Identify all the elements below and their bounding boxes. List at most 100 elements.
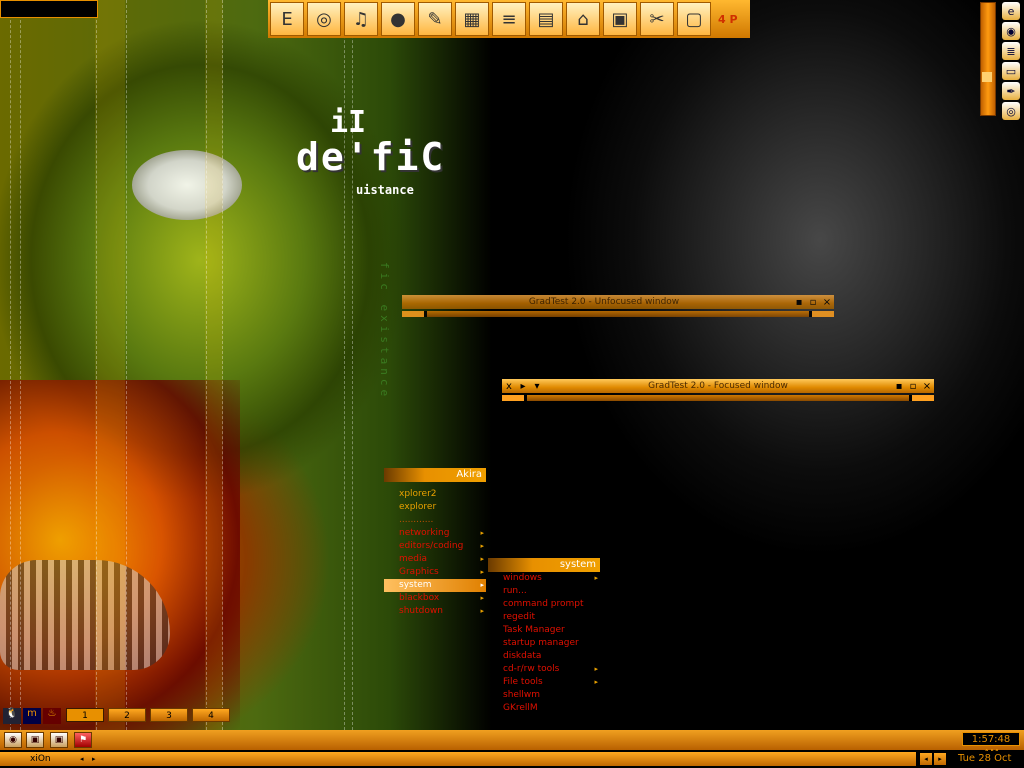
ie-globe-icon[interactable]: e (1002, 2, 1020, 20)
menu-item-command-prompt[interactable]: command prompt (488, 598, 600, 611)
focused-window[interactable]: x ▸ ▾ GradTest 2.0 - Focused window ▪ ▫ … (502, 379, 934, 401)
top-left-input-field[interactable] (0, 0, 98, 18)
launcher-button[interactable]: ✂ (640, 2, 674, 36)
submenu-arrow-icon: ▸ (480, 555, 484, 563)
list-app-glyph: ≣ (1006, 44, 1016, 58)
menu-item-cd-rw-tools[interactable]: cd-r/rw tools ▸ (488, 663, 600, 676)
menu-item-label: xplorer2 (399, 489, 437, 499)
list-app-icon[interactable]: ≣ (1002, 42, 1020, 60)
menu-item-label: command prompt (503, 599, 584, 609)
menu-item-gkrellm[interactable]: GKrellM (488, 702, 600, 715)
launcher-button[interactable]: E (270, 2, 304, 36)
wallpaper-logo-title: de'fiC (296, 135, 446, 179)
gkrellm-icon[interactable]: ◉ (4, 732, 22, 748)
wallpaper-vertical-text: fic existance (378, 262, 391, 401)
launcher-button[interactable]: ≡ (492, 2, 526, 36)
pen-tray-icon[interactable]: ✒ (1002, 82, 1020, 100)
close-button[interactable]: × (820, 297, 834, 308)
shade-button[interactable]: ▸ (516, 381, 530, 392)
launcher-button[interactable]: ⌂ (566, 2, 600, 36)
menu-item-blackbox[interactable]: blackbox ▸ (384, 592, 486, 605)
maximize-button[interactable]: ▫ (906, 381, 920, 392)
menu-item-label: Task Manager (503, 625, 565, 635)
launcher-button[interactable]: ● (381, 2, 415, 36)
minimize-button[interactable]: ▪ (792, 297, 806, 308)
ie-globe-glyph: e (1007, 4, 1015, 18)
workspace-1[interactable]: 1 (66, 708, 104, 722)
menu-item-label: explorer (399, 502, 437, 512)
system-tray: e ◉ ≣ ▭ ✒ ◎ (1002, 2, 1022, 122)
launcher-button[interactable]: ▦ (455, 2, 489, 36)
firefox-icon[interactable]: ◉ (1002, 22, 1020, 40)
minimize-button[interactable]: ▪ (892, 381, 906, 392)
submenu-arrow-icon: ▸ (594, 665, 598, 673)
launcher-button[interactable]: ♫ (344, 2, 378, 36)
submenu-arrow-icon: ▸ (480, 594, 484, 602)
wallpaper-strip (205, 0, 223, 730)
window-handle[interactable] (502, 395, 934, 401)
launcher-button[interactable]: ✎ (418, 2, 452, 36)
resize-grip-right[interactable] (812, 311, 834, 317)
menu-item-file-tools[interactable]: File tools ▸ (488, 676, 600, 689)
mirc-icon[interactable]: m (23, 708, 41, 724)
window-label-strip[interactable] (102, 752, 916, 766)
menu-item-editors-coding[interactable]: editors/coding ▸ (384, 540, 486, 553)
resize-grip-left[interactable] (502, 395, 524, 401)
menu-item-graphics[interactable]: Graphics ▸ (384, 566, 486, 579)
prev-window-icon[interactable]: ◂ (920, 753, 932, 765)
dvd-burner-icon: ● (390, 8, 406, 30)
menu-item-regedit[interactable]: regedit (488, 611, 600, 624)
flag-icon[interactable]: ⚑ (74, 732, 92, 748)
window-icon[interactable]: ▣ (50, 732, 68, 748)
launcher-button[interactable]: ◎ (307, 2, 341, 36)
resize-grip-left[interactable] (402, 311, 424, 317)
prev-workspace-icon[interactable]: ◂ (80, 752, 84, 766)
window-titlebar[interactable]: x ▸ ▾ GradTest 2.0 - Focused window ▪ ▫ … (502, 379, 934, 393)
next-window-icon[interactable]: ▸ (934, 753, 946, 765)
workspace-4[interactable]: 4 (192, 708, 230, 722)
fire-icon[interactable]: ♨ (43, 708, 61, 724)
close-button[interactable]: × (920, 381, 934, 392)
volume-slider-track[interactable] (980, 2, 996, 116)
launcher-button[interactable]: ▢ (677, 2, 711, 36)
menu-item-shellwm[interactable]: shellwm (488, 689, 600, 702)
menu-item-networking[interactable]: networking ▸ (384, 527, 486, 540)
unfocused-window[interactable]: GradTest 2.0 - Unfocused window ▪ ▫ × (402, 295, 834, 317)
menu-item-system[interactable]: system ▸ (384, 579, 486, 592)
tux-icon[interactable]: 🐧 (3, 708, 21, 724)
window-handle[interactable] (402, 311, 834, 317)
menu-item-label: editors/coding (399, 541, 464, 551)
volume-slider-knob[interactable] (982, 72, 992, 82)
window-titlebar[interactable]: GradTest 2.0 - Unfocused window ▪ ▫ × (402, 295, 834, 309)
notepad-icon: ≡ (501, 8, 517, 30)
window-menu-button[interactable]: x (502, 381, 516, 392)
maximize-button[interactable]: ▫ (806, 297, 820, 308)
workspace-3[interactable]: 3 (150, 708, 188, 722)
menu-item-explorer[interactable]: explorer (384, 501, 486, 514)
ftp-folder-icon: ▤ (537, 8, 555, 30)
menu-item-xplorer2[interactable]: xplorer2 (384, 488, 486, 501)
resize-grip-right[interactable] (912, 395, 934, 401)
workspace-name-field[interactable]: xiOn ◂ ▸ (0, 752, 102, 766)
menu-item-startup-manager[interactable]: startup manager (488, 637, 600, 650)
window-icon[interactable]: ▣ (26, 732, 44, 748)
handle-gap (524, 395, 527, 401)
monitor-tray-icon[interactable]: ▭ (1002, 62, 1020, 80)
next-workspace-icon[interactable]: ▸ (92, 752, 96, 766)
menu-item-shutdown[interactable]: shutdown ▸ (384, 605, 486, 618)
menu-item-media[interactable]: media ▸ (384, 553, 486, 566)
cd-tray-icon[interactable]: ◎ (1002, 102, 1020, 120)
menu-item-run[interactable]: run... (488, 585, 600, 598)
workspace-2[interactable]: 2 (108, 708, 146, 722)
stick-button[interactable]: ▾ (530, 381, 544, 392)
menu-item-task-manager[interactable]: Task Manager (488, 624, 600, 637)
network-drive-icon: ⌂ (577, 8, 589, 30)
wallpaper-line (206, 0, 207, 730)
launcher-page-indicator[interactable]: 4 P (718, 13, 738, 26)
menu-title: Akira (384, 468, 486, 482)
launcher-button[interactable]: ▤ (529, 2, 563, 36)
menu-item-diskdata[interactable]: diskdata (488, 650, 600, 663)
launcher-button[interactable]: ▣ (603, 2, 637, 36)
menu-item-windows[interactable]: windows ▸ (488, 572, 600, 585)
pen-tray-glyph: ✒ (1006, 84, 1016, 98)
